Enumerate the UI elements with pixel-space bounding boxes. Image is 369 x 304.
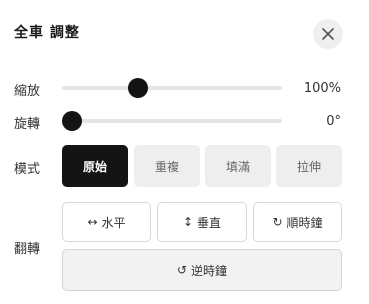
mode-option-stretch[interactable]: 拉伸 [276, 145, 342, 187]
rotate-label: 旋轉 [14, 117, 41, 132]
rotate-value: 0° [326, 114, 341, 129]
rotate-counterclockwise-icon: ↺ [176, 263, 188, 277]
mode-option-fill[interactable]: 填滿 [205, 145, 271, 187]
panel-title: 全車 調整 [14, 25, 80, 41]
rotate-slider[interactable] [62, 111, 282, 131]
zoom-value: 100% [303, 81, 341, 96]
zoom-slider[interactable] [62, 78, 282, 98]
zoom-label: 縮放 [14, 84, 41, 99]
close-icon [322, 28, 334, 40]
rotate-clockwise-icon: ↻ [272, 215, 283, 229]
flip-vertical-label: 垂直 [197, 215, 222, 230]
rotate-counterclockwise-label: 逆時鐘 [191, 263, 228, 278]
mode-option-repeat[interactable]: 重複 [134, 145, 200, 187]
horizontal-arrows-icon: ↔ [87, 215, 98, 229]
rotate-slider-thumb[interactable] [62, 111, 82, 131]
flip-vertical-button[interactable]: ↕ 垂直 [157, 202, 247, 242]
rotate-clockwise-button[interactable]: ↻ 順時鐘 [253, 202, 342, 242]
rotate-slider-track [62, 119, 282, 123]
rotate-counterclockwise-button[interactable]: ↺ 逆時鐘 [62, 249, 342, 291]
vertical-arrows-icon: ↕ [182, 215, 194, 229]
flip-horizontal-button[interactable]: ↔ 水平 [62, 202, 151, 242]
mode-label: 模式 [14, 162, 41, 177]
close-button[interactable] [313, 19, 343, 49]
adjust-panel: 全車 調整 縮放 100% 旋轉 0° 模式 原始 重複 填滿 拉伸 翻轉 ↔ … [0, 0, 369, 304]
flip-horizontal-label: 水平 [101, 215, 126, 230]
zoom-slider-thumb[interactable] [128, 78, 148, 98]
rotate-clockwise-label: 順時鐘 [286, 215, 323, 230]
mode-option-original[interactable]: 原始 [62, 145, 128, 187]
flip-label: 翻轉 [14, 242, 41, 257]
zoom-slider-track [62, 86, 282, 90]
